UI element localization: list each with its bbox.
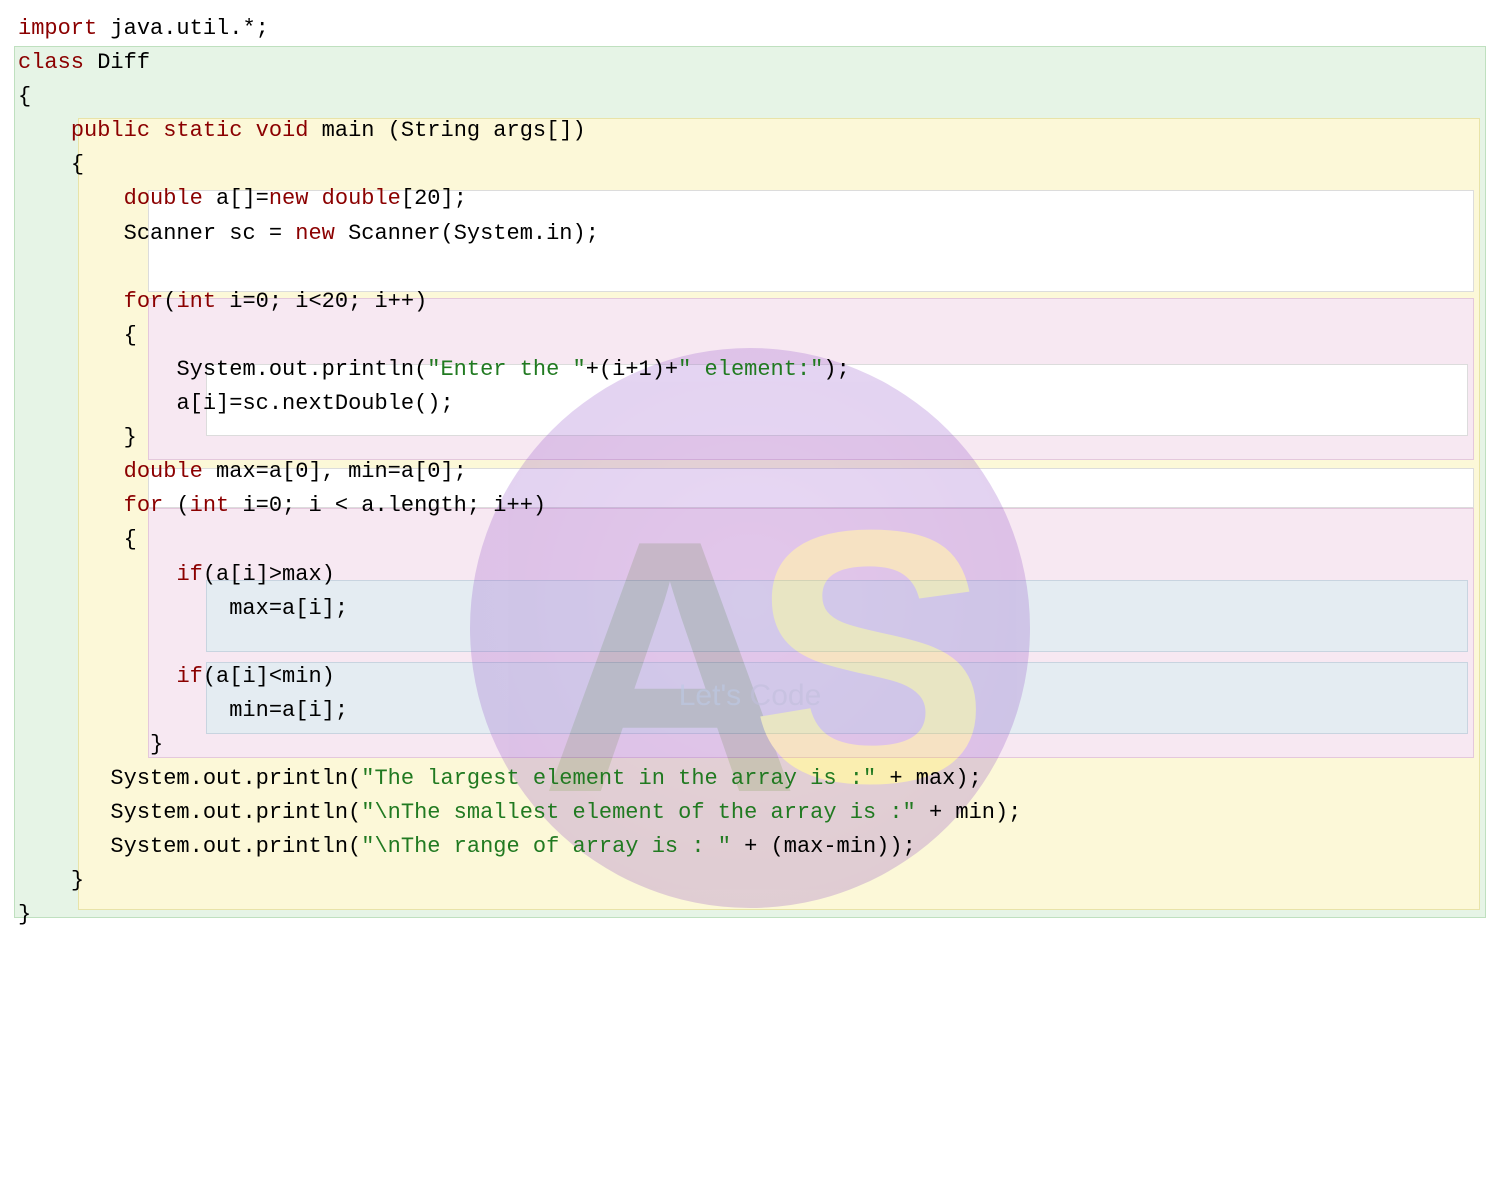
token-string: "Enter the " [427,357,585,382]
token-keyword: class [18,50,84,75]
token-keyword: public [71,118,150,143]
source-code: import java.util.*; class Diff { public … [18,12,1482,933]
code-block: A S Let's Code import java.util.*; class… [0,0,1500,1200]
token-keyword: import [18,16,97,41]
